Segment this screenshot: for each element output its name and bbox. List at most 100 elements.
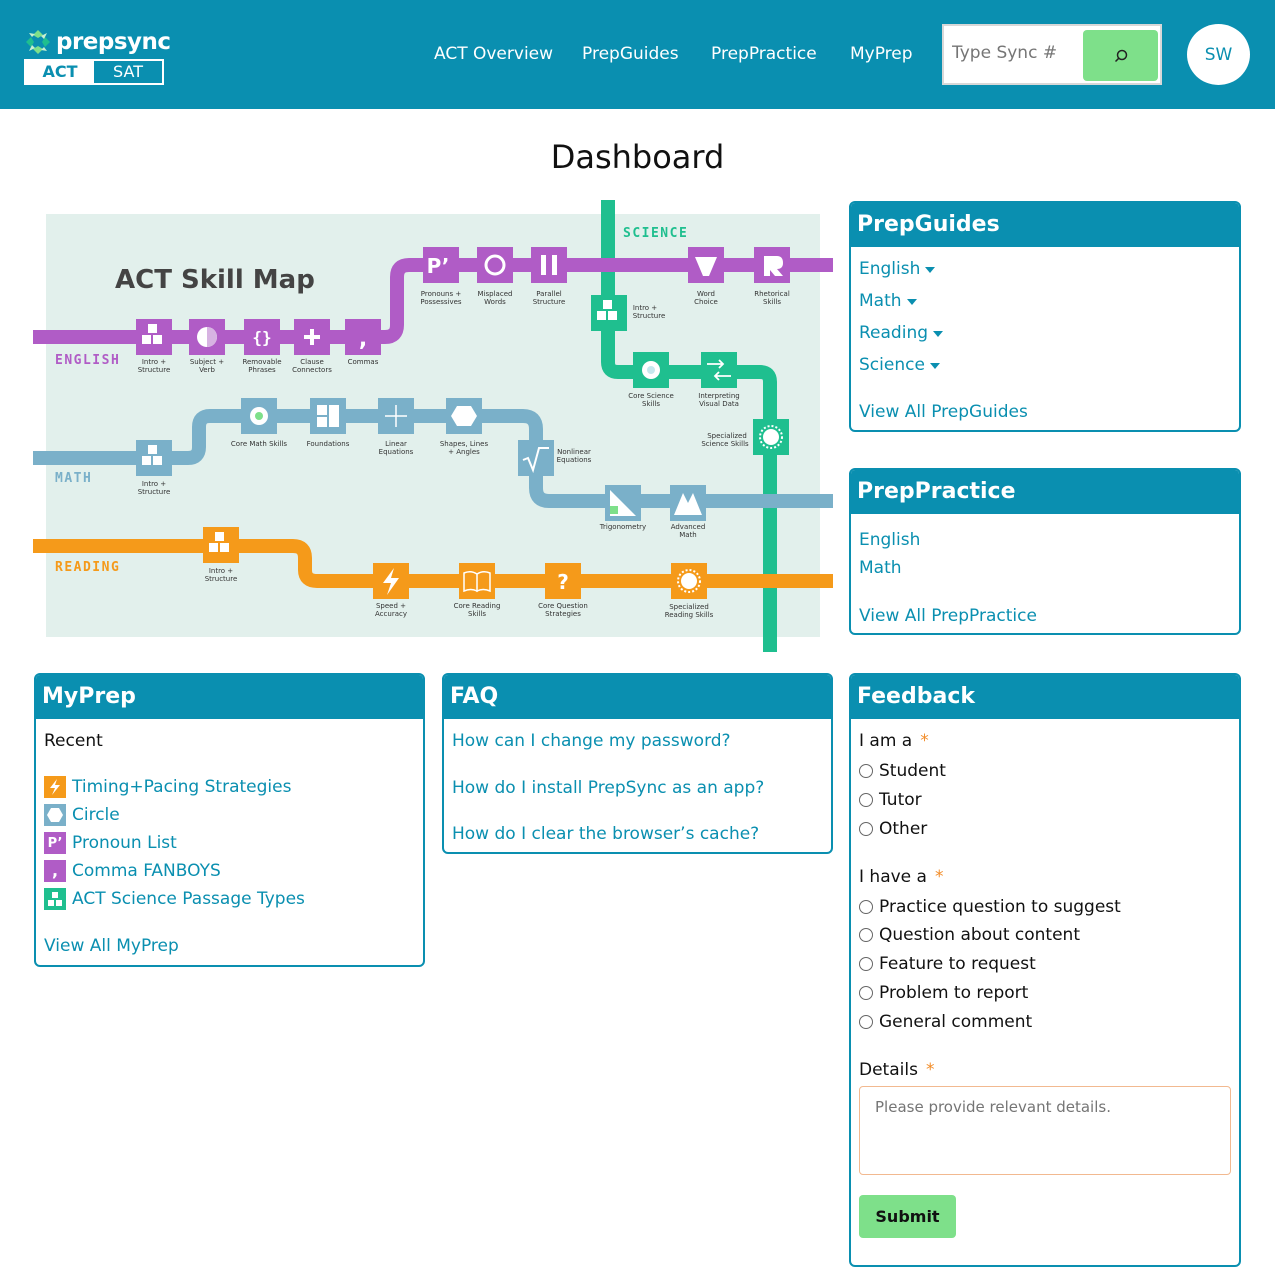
- recent-item[interactable]: Timing+Pacing Strategies: [44, 776, 291, 798]
- radio-button[interactable]: [859, 900, 873, 914]
- map-node-speed-accuracy[interactable]: Speed + Accuracy: [373, 563, 409, 618]
- svg-text:Specialized: Specialized: [669, 603, 709, 611]
- act-skill-map: ACT Skill Map ENGLISH MATH READING SCIEN…: [33, 200, 835, 652]
- view-all-preppractice-link[interactable]: View All PrepPractice: [859, 606, 1037, 626]
- radio-button[interactable]: [859, 986, 873, 1000]
- type-option-general-comment[interactable]: General comment: [859, 1012, 1032, 1032]
- prepguides-english[interactable]: English: [859, 259, 936, 279]
- svg-text:Intro +: Intro +: [209, 567, 233, 575]
- map-node-rhetorical-skills[interactable]: Rhetorical Skills: [754, 247, 790, 306]
- recent-item[interactable]: , Comma FANBOYS: [44, 860, 221, 882]
- preppractice-title: PrepPractice: [851, 470, 1239, 514]
- prepguides-reading[interactable]: Reading: [859, 323, 944, 343]
- map-node-pronouns-possessives[interactable]: P’ Pronouns + Possessives: [420, 247, 462, 306]
- type-option-problem-report[interactable]: Problem to report: [859, 983, 1028, 1003]
- map-node-subject-verb[interactable]: Subject + Verb: [189, 319, 225, 374]
- role-option-tutor[interactable]: Tutor: [859, 790, 922, 810]
- map-node-core-science[interactable]: Core Science Skills: [628, 352, 674, 408]
- map-node-commas[interactable]: , Commas: [345, 319, 381, 366]
- prepsync-logo-icon: [24, 28, 52, 56]
- recent-item[interactable]: ACT Science Passage Types: [44, 888, 305, 910]
- svg-text:Equations: Equations: [379, 448, 414, 456]
- submit-button[interactable]: Submit: [859, 1195, 956, 1238]
- feedback-title: Feedback: [851, 675, 1239, 719]
- map-node-parallel-structure[interactable]: Parallel Structure: [531, 247, 567, 306]
- map-node-specialized-reading[interactable]: Specialized Reading Skills: [665, 563, 714, 619]
- caret-down-icon: [929, 362, 940, 369]
- svg-text:Interpreting: Interpreting: [698, 392, 739, 400]
- map-node-clause-connectors[interactable]: Clause Connectors: [292, 319, 332, 374]
- radio-button[interactable]: [859, 764, 873, 778]
- lightning-icon: [44, 776, 66, 798]
- svg-text:Foundations: Foundations: [307, 440, 350, 448]
- track-label-english: ENGLISH: [55, 353, 120, 368]
- preppractice-english[interactable]: English: [859, 530, 920, 550]
- svg-text:+ Angles: + Angles: [448, 448, 480, 456]
- type-option-feature-request[interactable]: Feature to request: [859, 954, 1036, 974]
- pronoun-icon: P’: [44, 832, 66, 854]
- svg-text:Linear: Linear: [385, 440, 407, 448]
- map-node-misplaced-words[interactable]: Misplaced Words: [477, 247, 513, 306]
- map-node-foundations[interactable]: Foundations: [307, 398, 350, 448]
- user-avatar[interactable]: SW: [1187, 24, 1250, 85]
- type-option-content-question[interactable]: Question about content: [859, 925, 1080, 945]
- map-node-linear-equations[interactable]: Linear Equations: [378, 398, 414, 456]
- exam-tab-sat[interactable]: SAT: [94, 61, 162, 83]
- svg-text:{}: {}: [252, 328, 271, 347]
- svg-text:Verb: Verb: [199, 366, 215, 374]
- recent-item[interactable]: Circle: [44, 804, 120, 826]
- nav-act-overview[interactable]: ACT Overview: [434, 44, 553, 64]
- svg-text:Possessives: Possessives: [420, 298, 462, 306]
- map-node-shapes-lines-angles[interactable]: Shapes, Lines + Angles: [440, 398, 489, 456]
- map-node-trigonometry[interactable]: Trigonometry: [599, 485, 646, 531]
- svg-text:Choice: Choice: [694, 298, 718, 306]
- nav-preppractice[interactable]: PrepPractice: [711, 44, 817, 64]
- track-label-science: SCIENCE: [623, 226, 688, 241]
- map-node-math-intro[interactable]: Intro + Structure: [136, 440, 172, 496]
- map-node-reading-intro[interactable]: Intro + Structure: [203, 527, 239, 583]
- preppractice-math[interactable]: Math: [859, 558, 902, 578]
- role-option-other[interactable]: Other: [859, 819, 927, 839]
- page-title: Dashboard: [550, 138, 725, 176]
- svg-text:Commas: Commas: [348, 358, 379, 366]
- caret-down-icon: [933, 330, 944, 337]
- radio-button[interactable]: [859, 1015, 873, 1029]
- radio-button[interactable]: [859, 793, 873, 807]
- faq-item[interactable]: How do I install PrepSync as an app?: [452, 778, 764, 798]
- view-all-prepguides-link[interactable]: View All PrepGuides: [859, 402, 1028, 422]
- svg-text:Structure: Structure: [205, 575, 238, 583]
- sync-search: [942, 24, 1162, 85]
- prepguides-title: PrepGuides: [851, 203, 1239, 247]
- myprep-title: MyPrep: [36, 675, 423, 719]
- map-node-advanced-math[interactable]: Advanced Math: [670, 485, 706, 539]
- radio-button[interactable]: [859, 822, 873, 836]
- faq-item[interactable]: How do I clear the browser’s cache?: [452, 824, 759, 844]
- map-node-removable-phrases[interactable]: {} Removable Phrases: [242, 319, 282, 374]
- nav-prepguides[interactable]: PrepGuides: [582, 44, 679, 64]
- prepguides-math[interactable]: Math: [859, 291, 917, 311]
- logo[interactable]: prepsync ACT SAT: [24, 28, 171, 85]
- map-node-english-intro[interactable]: Intro + Structure: [136, 319, 172, 374]
- svg-text:Advanced: Advanced: [671, 523, 706, 531]
- details-textarea[interactable]: [859, 1086, 1231, 1175]
- exam-tab-act[interactable]: ACT: [26, 61, 94, 83]
- type-label: I have a *: [859, 867, 944, 887]
- svg-text:Accuracy: Accuracy: [375, 610, 407, 618]
- svg-text:Visual Data: Visual Data: [699, 400, 739, 408]
- radio-button[interactable]: [859, 928, 873, 942]
- map-node-core-question[interactable]: ? Core Question Strategies: [538, 563, 588, 618]
- radio-button[interactable]: [859, 957, 873, 971]
- map-node-interpreting-visual-data[interactable]: Interpreting Visual Data: [698, 352, 740, 408]
- map-node-core-reading[interactable]: Core Reading Skills: [454, 563, 501, 618]
- faq-item[interactable]: How can I change my password?: [452, 731, 731, 751]
- role-option-student[interactable]: Student: [859, 761, 946, 781]
- sync-search-input[interactable]: [952, 43, 1080, 63]
- prepguides-science[interactable]: Science: [859, 355, 940, 375]
- type-option-practice-question[interactable]: Practice question to suggest: [859, 897, 1121, 917]
- nav-myprep[interactable]: MyPrep: [850, 44, 913, 64]
- search-button[interactable]: [1083, 30, 1158, 81]
- svg-text:Clause: Clause: [300, 358, 324, 366]
- svg-text:Skills: Skills: [642, 400, 660, 408]
- recent-item[interactable]: P’ Pronoun List: [44, 832, 177, 854]
- view-all-myprep-link[interactable]: View All MyPrep: [44, 936, 179, 956]
